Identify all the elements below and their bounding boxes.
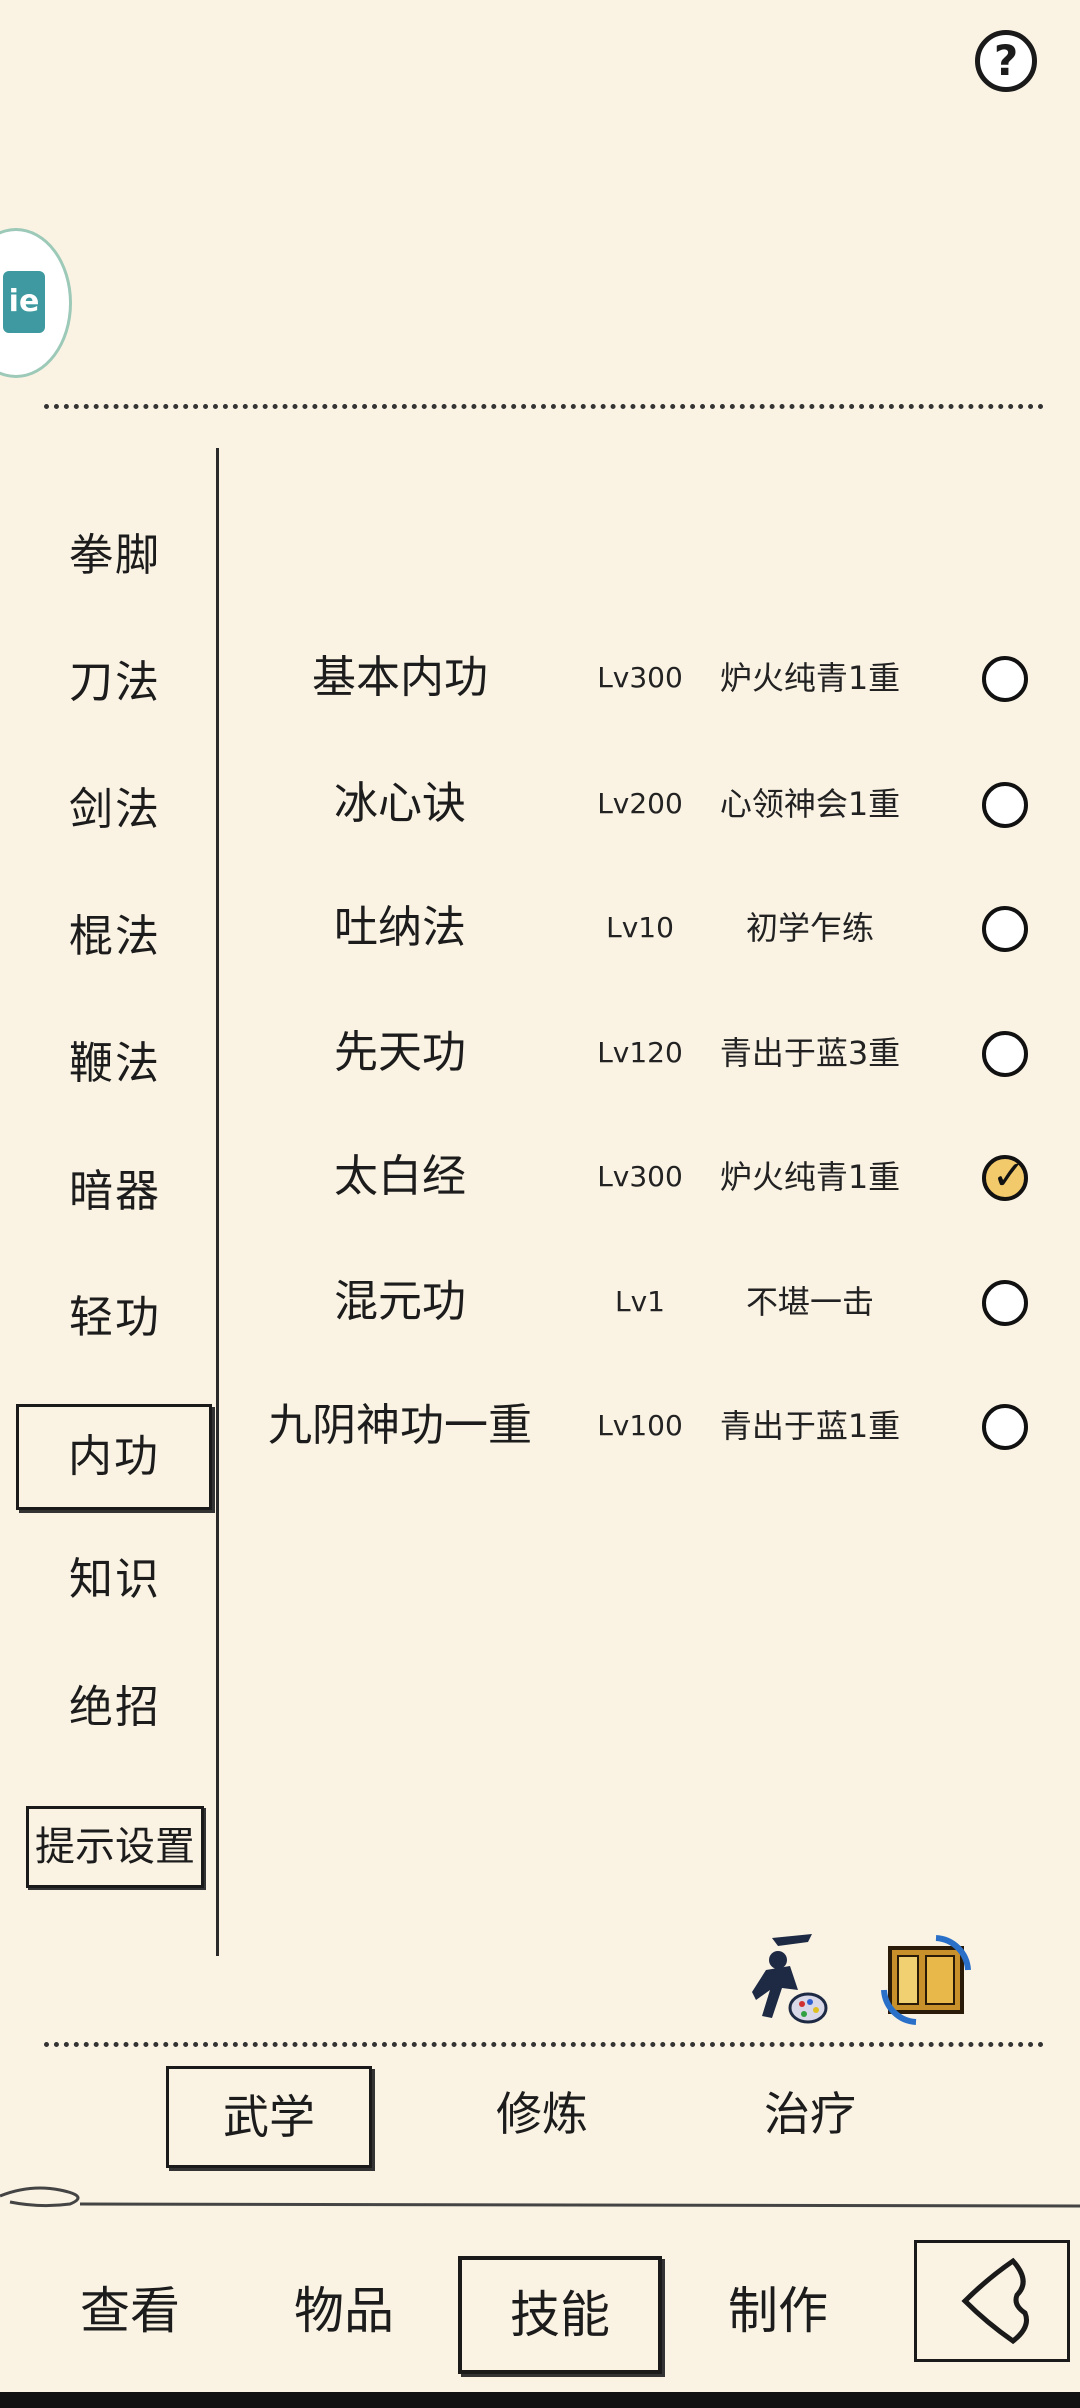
skill-select-radio[interactable] [982,906,1028,952]
skill-rank: 初学乍练 [745,909,874,947]
scroll-edge-decoration [0,2186,1080,2208]
skill-row[interactable]: 太白经 Lv300 炉火纯青1重 ✓ [240,1137,1050,1217]
swordsman-palette-icon[interactable] [742,1930,832,2030]
skill-row[interactable]: 混元功 Lv1 不堪一击 [240,1262,1050,1342]
skill-name: 混元功 [334,1276,466,1327]
skill-row[interactable]: 吐纳法 Lv10 初学乍练 [240,888,1050,968]
skill-row[interactable]: 冰心诀 Lv200 心领神会1重 [240,764,1050,844]
skill-name: 先天功 [334,1027,466,1078]
skill-level: Lv300 [597,661,683,694]
skill-level: Lv1 [615,1285,665,1318]
skill-row[interactable]: 基本内功 Lv300 炉火纯青1重 [240,638,1050,718]
skill-rank: 不堪一击 [745,1283,874,1321]
skill-row[interactable]: 九阴神功一重 Lv100 青出于蓝1重 [240,1386,1050,1466]
help-button[interactable]: ? [975,30,1037,92]
bottom-divider [44,2042,1044,2047]
back-button[interactable] [914,2240,1070,2362]
nav-wupin[interactable]: 物品 [246,2256,442,2366]
skill-name: 基本内功 [312,652,488,703]
skill-level: Lv120 [597,1036,683,1069]
skill-name: 太白经 [334,1151,466,1202]
nav-jineng[interactable]: 技能 [458,2256,662,2374]
tab-zhiliao[interactable]: 治疗 [710,2066,910,2162]
tab-xiulian[interactable]: 修炼 [442,2066,642,2162]
sidebar-item-neigong[interactable]: 内功 [16,1404,212,1510]
skill-level: Lv10 [606,911,674,944]
skill-level: Lv200 [597,787,683,820]
skill-rank: 炉火纯青1重 [719,1158,901,1196]
skill-select-radio[interactable] [982,1404,1028,1450]
back-icon [961,2257,1029,2345]
skill-select-radio[interactable] [982,1280,1028,1326]
top-divider [44,404,1044,409]
skill-name: 吐纳法 [334,902,466,953]
avatar-badge: ie [3,271,45,333]
skill-rank: 青出于蓝1重 [719,1407,901,1445]
sidebar-item-gunfa[interactable]: 棍法 [30,905,200,969]
skill-level: Lv300 [597,1160,683,1193]
nav-chakan[interactable]: 查看 [32,2256,228,2366]
sidebar-item-qinggong[interactable]: 轻功 [30,1286,200,1350]
skill-level: Lv100 [597,1409,683,1442]
skill-select-radio-checked[interactable]: ✓ [982,1153,1028,1201]
skill-select-radio[interactable] [982,1031,1028,1077]
sidebar-item-daofa[interactable]: 刀法 [30,651,200,715]
tab-wuxue[interactable]: 武学 [166,2066,372,2168]
sidebar-item-jianfa[interactable]: 剑法 [30,778,200,842]
swap-scroll-icon[interactable] [876,1930,971,2030]
sidebar-item-quanjiao[interactable]: 拳脚 [30,524,200,588]
skill-name: 九阴神功一重 [268,1400,532,1451]
nav-zhizuo[interactable]: 制作 [680,2256,876,2366]
sidebar-item-bianfa[interactable]: 鞭法 [30,1032,200,1096]
skill-rank: 心领神会1重 [719,785,901,823]
sidebar-item-anqi[interactable]: 暗器 [30,1160,200,1224]
sidebar-divider [216,448,219,1956]
avatar[interactable]: ie [0,228,72,378]
sidebar-item-juezhao[interactable]: 绝招 [30,1676,200,1740]
skill-row[interactable]: 先天功 Lv120 青出于蓝3重 [240,1013,1050,1093]
skill-rank: 炉火纯青1重 [719,659,901,697]
system-bar [0,2392,1080,2408]
hint-settings-button[interactable]: 提示设置 [26,1806,204,1888]
skill-select-radio[interactable] [982,782,1028,828]
skill-select-radio[interactable] [982,656,1028,702]
sidebar-item-zhishi[interactable]: 知识 [30,1548,200,1612]
checkmark-icon: ✓ [992,1153,1026,1199]
skill-rank: 青出于蓝3重 [719,1034,901,1072]
skill-name: 冰心诀 [334,778,466,829]
